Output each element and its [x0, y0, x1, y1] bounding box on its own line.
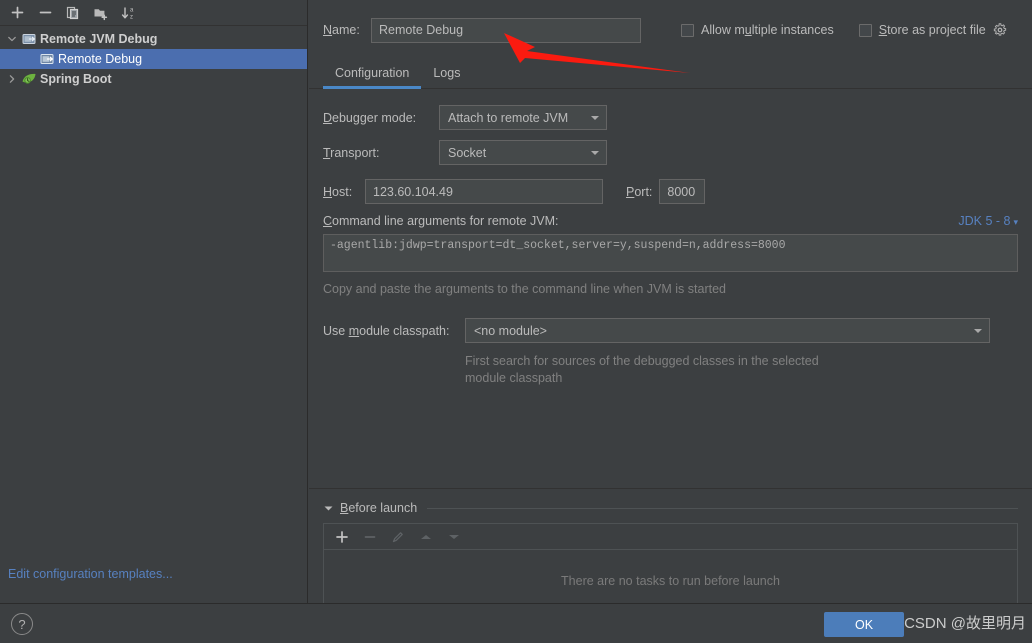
tree-item-remote-debug[interactable]: Remote Debug [0, 49, 307, 69]
jdk-version-selector[interactable]: JDK 5 - 8 ▾ [958, 214, 1018, 228]
store-as-project-file-label: Store as project file [878, 23, 986, 37]
csdn-watermark: CSDN @故里明月 [904, 615, 1026, 632]
module-classpath-value: <no module> [474, 323, 547, 338]
port-input[interactable] [659, 179, 706, 204]
svg-text:z: z [130, 14, 133, 20]
configurations-tree: Remote JVM Debug Remote Debug Spring Boo… [0, 26, 307, 89]
module-classpath-hint-line-1: First search for sources of the debugged… [465, 354, 819, 368]
move-task-down-button [442, 527, 466, 547]
add-task-button[interactable] [330, 527, 354, 547]
tab-configuration[interactable]: Configuration [323, 66, 422, 89]
copy-configuration-button[interactable] [60, 2, 86, 24]
debugger-mode-label: Debugger mode: [323, 110, 417, 125]
debugger-mode-value: Attach to remote JVM [448, 110, 569, 125]
chevron-down-icon[interactable] [967, 319, 989, 342]
command-line-args-value[interactable]: -agentlib:jdwp=transport=dt_socket,serve… [323, 234, 1018, 272]
name-input[interactable] [371, 17, 641, 43]
help-button[interactable]: ? [11, 613, 33, 635]
section-divider [427, 507, 1018, 509]
host-input[interactable] [365, 179, 603, 204]
debugger-mode-row: Debugger mode: Attach to remote JVM [323, 105, 1018, 130]
transport-label: Transport: [323, 145, 380, 160]
tree-item-label: Spring Boot [40, 72, 112, 86]
tree-item-remote-jvm-debug[interactable]: Remote JVM Debug [0, 29, 307, 49]
host-port-row: Host: Port: [323, 179, 1018, 204]
command-line-args-label: Command line arguments for remote JVM: [323, 214, 559, 228]
sidebar-toolbar: a z [0, 0, 307, 26]
chevron-down-icon[interactable] [584, 141, 606, 164]
move-task-up-button [414, 527, 438, 547]
before-launch-title: Before launch [340, 501, 418, 515]
checkbox-box[interactable] [681, 23, 694, 37]
remote-debug-icon [20, 31, 38, 47]
transport-row: Transport: Socket [323, 140, 1018, 165]
svg-text:a: a [130, 7, 134, 13]
allow-multiple-instances-checkbox[interactable]: Allow multiple instances [681, 23, 834, 37]
debugger-mode-select[interactable]: Attach to remote JVM [439, 105, 607, 130]
host-label: Host: [323, 184, 353, 199]
tree-item-label: Remote Debug [58, 52, 143, 66]
configuration-form: Debugger mode: Attach to remote JVM Tran… [309, 89, 1032, 489]
chevron-down-icon[interactable] [323, 504, 334, 513]
tree-item-label: Remote JVM Debug [40, 32, 158, 46]
add-configuration-button[interactable] [4, 2, 30, 24]
remove-task-button [358, 527, 382, 547]
sort-az-icon[interactable]: a z [116, 2, 142, 24]
dialog-footer: ? OK CSDN @故里明月 [0, 603, 1032, 643]
port-label: Port: [626, 184, 653, 199]
transport-value: Socket [448, 145, 487, 160]
tab-logs[interactable]: Logs [421, 66, 472, 88]
chevron-down-icon: ▾ [1013, 217, 1018, 227]
remove-configuration-button[interactable] [32, 2, 58, 24]
chevron-down-icon[interactable] [4, 31, 20, 47]
transport-select[interactable]: Socket [439, 140, 607, 165]
before-launch-toolbar [324, 524, 1017, 550]
chevron-right-icon[interactable] [4, 71, 20, 87]
module-classpath-label: Use module classpath: [323, 323, 450, 338]
gear-icon[interactable] [993, 23, 1007, 37]
store-as-project-file-checkbox[interactable]: Store as project file [858, 23, 1007, 37]
chevron-down-icon[interactable] [584, 106, 606, 129]
before-launch-header[interactable]: Before launch [323, 493, 1018, 523]
command-line-args-header: Command line arguments for remote JVM: J… [323, 214, 1018, 228]
edit-configuration-templates-link[interactable]: Edit configuration templates... [8, 567, 173, 581]
remote-debug-icon [38, 51, 56, 67]
checkbox-box[interactable] [858, 23, 872, 37]
module-classpath-hint-line-2: module classpath [465, 371, 563, 385]
configuration-editor-panel: Name: Allow multiple instances Store as … [309, 0, 1032, 638]
configurations-sidebar: a z Remote JVM Debug Remote Debug Spring… [0, 0, 308, 603]
before-launch-empty-text: There are no tasks to run before launch [561, 574, 780, 588]
spring-boot-icon [20, 71, 38, 87]
allow-multiple-instances-label: Allow multiple instances [701, 23, 834, 37]
command-line-args-hint: Copy and paste the arguments to the comm… [323, 282, 726, 296]
ok-button[interactable]: OK [824, 612, 904, 637]
folder-add-icon[interactable] [88, 2, 114, 24]
name-label: Name: [323, 23, 360, 37]
name-row: Name: Allow multiple instances Store as … [309, 0, 1032, 46]
editor-tabs: Configuration Logs [309, 56, 1032, 89]
module-classpath-hint: First search for sources of the debugged… [465, 353, 1018, 387]
module-classpath-row: Use module classpath: <no module> [323, 318, 1018, 343]
tree-item-spring-boot[interactable]: Spring Boot [0, 69, 307, 89]
module-classpath-select[interactable]: <no module> [465, 318, 990, 343]
run-debug-configurations-dialog: a z Remote JVM Debug Remote Debug Spring… [0, 0, 1032, 643]
edit-task-button [386, 527, 410, 547]
